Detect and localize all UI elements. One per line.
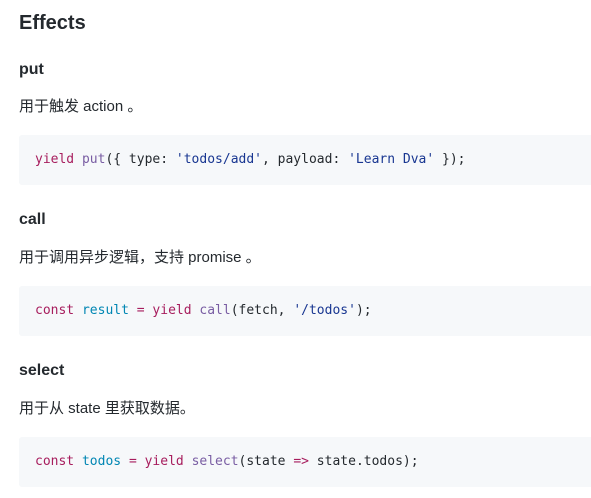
code-block-put: yield put({ type: 'todos/add', payload: … (19, 135, 591, 185)
description-select: 用于从 state 里获取数据。 (19, 400, 195, 417)
code-token-plain: }); (434, 152, 466, 167)
code-block-call: const result = yield call(fetch, '/todos… (19, 286, 591, 336)
code-token-plain: (state (238, 454, 294, 469)
subheading-call: call (19, 211, 46, 228)
description-put: 用于触发 action 。 (19, 98, 143, 115)
code-line-select: const todos = yield select(state => stat… (35, 453, 419, 471)
code-token-function: select (191, 454, 239, 469)
code-token-plain: ({ type: (105, 152, 176, 167)
code-token-string: '/todos' (293, 303, 356, 318)
subheading-put: put (19, 61, 44, 78)
code-line-call: const result = yield call(fetch, '/todos… (35, 302, 372, 320)
code-token-function: put (81, 152, 106, 167)
code-token-variable: result (81, 303, 129, 318)
code-token-plain: , payload: (262, 152, 349, 167)
code-block-select: const todos = yield select(state => stat… (19, 437, 591, 487)
code-token-keyword: yield (144, 454, 184, 469)
description-call: 用于调用异步逻辑，支持 promise 。 (19, 249, 261, 266)
code-token-keyword: yield (35, 152, 75, 167)
code-token-plain: state.todos); (308, 454, 419, 469)
code-token-string: 'todos/add' (175, 152, 262, 167)
markdown-document: Effects put 用于触发 action 。 yield put({ ty… (0, 0, 591, 498)
code-token-variable: todos (81, 454, 122, 469)
code-token-keyword: const (35, 303, 75, 318)
section-heading-effects: Effects (19, 12, 86, 34)
code-token-string: 'Learn Dva' (348, 152, 435, 167)
subheading-select: select (19, 362, 65, 379)
code-token-operator: = (136, 303, 145, 318)
code-token-function: call (199, 303, 231, 318)
code-token-plain: (fetch, (230, 303, 294, 318)
code-token-operator: = (128, 454, 137, 469)
code-token-operator: => (293, 454, 309, 469)
code-line-put: yield put({ type: 'todos/add', payload: … (35, 151, 466, 169)
code-token-keyword: const (35, 454, 75, 469)
code-token-plain: ); (355, 303, 372, 318)
code-token-keyword: yield (152, 303, 192, 318)
